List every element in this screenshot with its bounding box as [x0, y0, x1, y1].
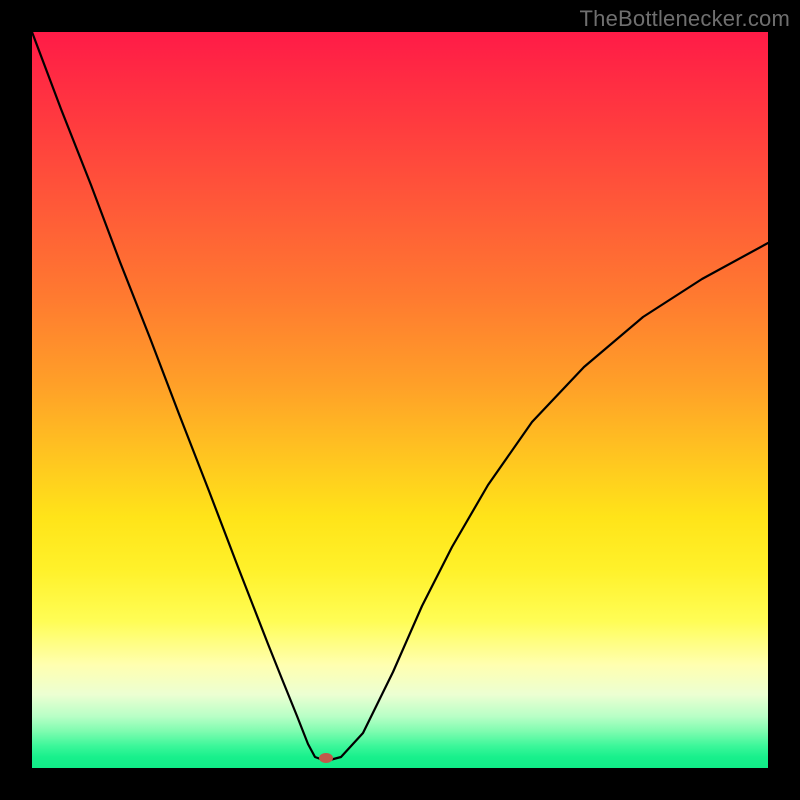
chart-frame: TheBottlenecker.com	[0, 0, 800, 800]
chart-svg	[32, 32, 768, 768]
bottleneck-curve	[32, 32, 768, 761]
plot-area	[32, 32, 768, 768]
min-marker	[319, 753, 333, 763]
watermark-text: TheBottlenecker.com	[580, 6, 790, 32]
